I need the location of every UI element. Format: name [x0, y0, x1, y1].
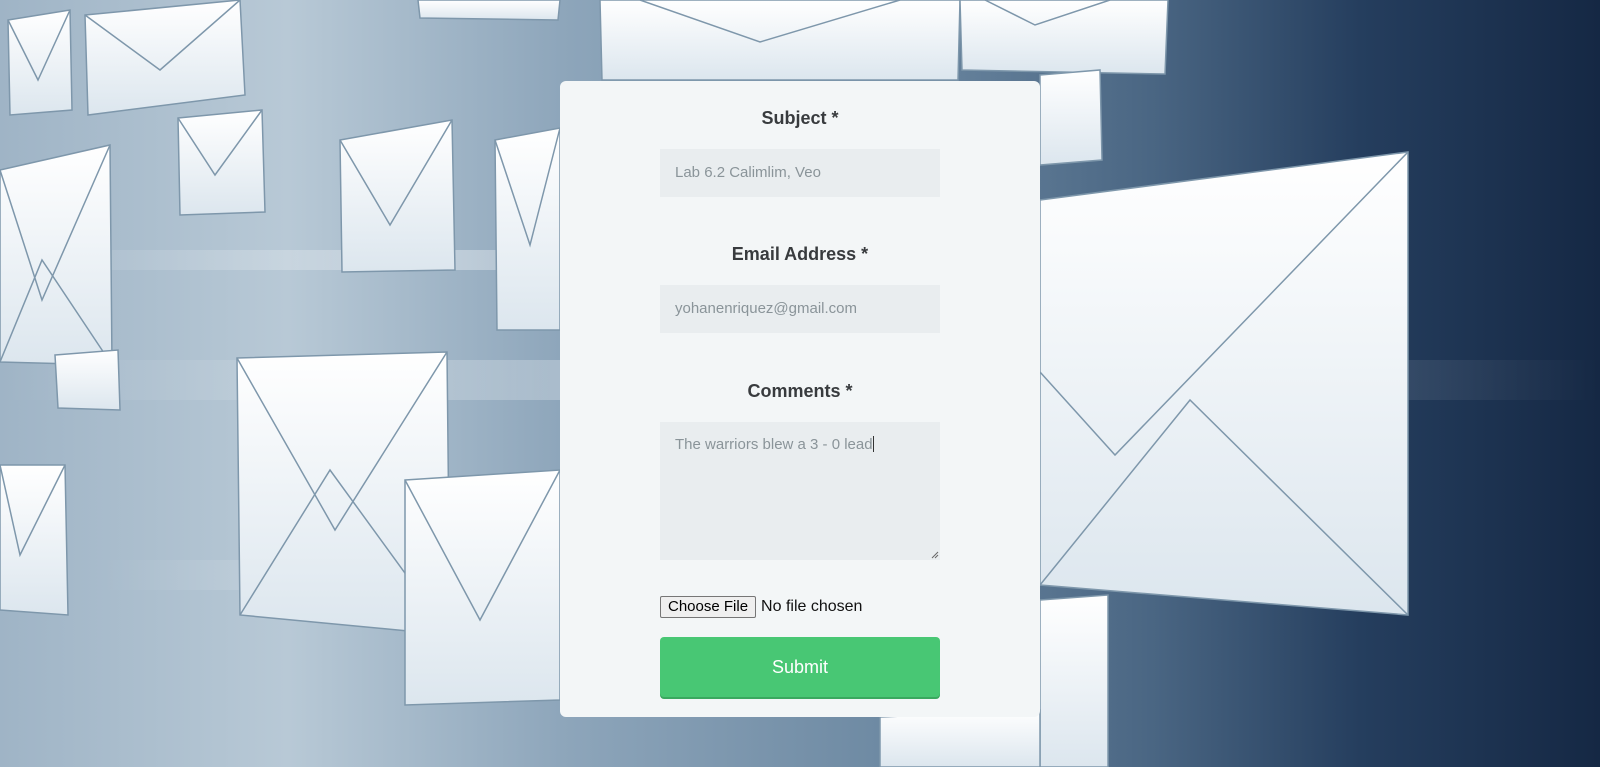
email-input[interactable]: yohanenriquez@gmail.com — [660, 285, 940, 333]
choose-file-button[interactable]: Choose File — [660, 596, 757, 618]
comments-textarea[interactable]: The warriors blew a 3 - 0 lead — [660, 422, 940, 560]
text-caret — [872, 436, 874, 452]
contact-form: Subject * Lab 6.2 Calimlim, Veo Email Ad… — [560, 81, 1040, 717]
file-status: No file chosen — [761, 598, 863, 615]
file-upload: Choose File No file chosen — [660, 595, 862, 619]
resize-handle-icon[interactable] — [931, 551, 939, 559]
email-label: Email Address * — [731, 244, 869, 264]
comments-label: Comments * — [747, 381, 853, 401]
submit-button[interactable]: Submit — [660, 637, 940, 697]
subject-label: Subject * — [761, 108, 839, 128]
comments-text: The warriors blew a 3 - 0 lead — [675, 436, 873, 453]
subject-input[interactable]: Lab 6.2 Calimlim, Veo — [660, 149, 940, 197]
